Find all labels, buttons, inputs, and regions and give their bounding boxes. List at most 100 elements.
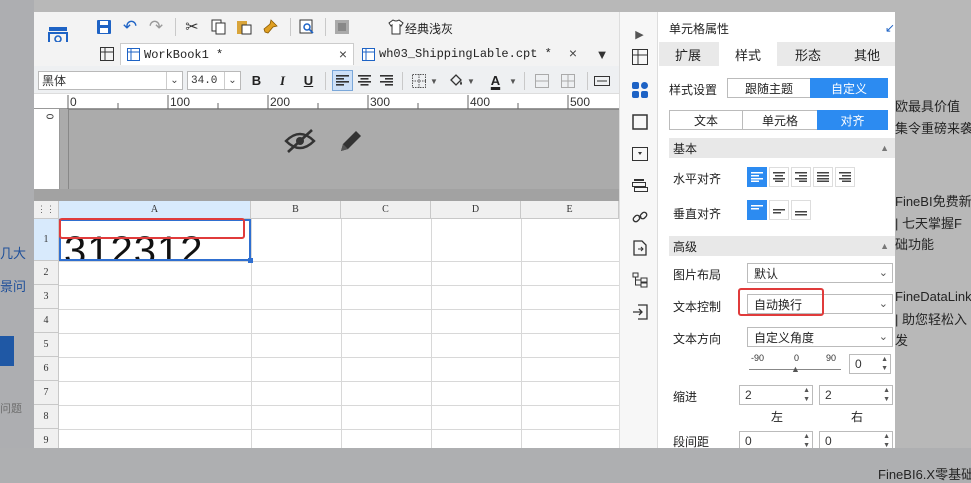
preview-icon[interactable] [297,17,317,37]
close-icon[interactable]: × [569,45,577,61]
row-header[interactable]: 1 [34,219,59,261]
subtab-text[interactable]: 文本 [669,110,743,130]
column-header[interactable]: E [521,201,619,219]
chevron-down-icon: ⌄ [224,72,240,89]
row-header[interactable]: 9 [34,429,59,448]
row-header[interactable]: 3 [34,285,59,309]
undo-icon[interactable]: ↶ [120,17,140,37]
align-center-button[interactable] [354,70,375,91]
select-value: 自定义角度 [754,330,815,345]
h-align-left-button[interactable] [747,167,767,187]
tab-form[interactable]: 形态 [779,42,837,66]
hide-eye-icon[interactable] [283,125,317,157]
row-header[interactable]: 7 [34,381,59,405]
widget-settings-icon[interactable] [620,142,659,166]
fill-handle[interactable] [248,258,253,263]
row-header[interactable]: 2 [34,261,59,285]
select-all-corner[interactable]: ⋮⋮ [34,201,59,219]
subtab-align[interactable]: 对齐 [817,110,888,130]
export-page-icon[interactable] [620,236,659,260]
tab-list-icon[interactable]: ▼ [591,44,613,64]
spinner-value: 2 [825,388,832,402]
edit-pencil-icon[interactable] [334,125,368,157]
border-button[interactable] [408,70,429,91]
underline-button[interactable]: U [298,70,319,91]
bold-button[interactable]: B [246,70,267,91]
basic-section-header[interactable]: 基本 ▲ [669,138,895,158]
row-header[interactable]: 6 [34,357,59,381]
row-header[interactable]: 4 [34,309,59,333]
font-color-button[interactable]: A [485,70,506,91]
hyperlink-icon[interactable] [620,205,659,229]
cell-element-icon[interactable] [620,45,659,69]
spacing-top-spinner[interactable]: 0 ▲ ▼ [739,431,813,448]
text-direction-select[interactable]: 自定义角度 ⌄ [747,327,893,347]
tab-shipping-label[interactable]: wh03_ShippingLable.cpt * × [356,43,583,65]
cell-attributes-icon[interactable] [620,78,659,102]
merge-cells-icon[interactable] [532,71,552,91]
column-header[interactable]: A [59,201,251,219]
close-icon[interactable]: × [339,46,347,62]
v-align-bottom-button[interactable] [791,200,811,220]
toolbar-separator [524,72,525,90]
indent-right-spinner[interactable]: 2 ▲ ▼ [819,385,893,405]
condition-attributes-icon[interactable] [620,174,659,198]
angle-spinner[interactable]: 0 ▲ ▼ [849,354,891,374]
copy-icon[interactable] [208,17,228,37]
format-painter-icon[interactable] [260,17,280,37]
column-header[interactable]: B [251,201,341,219]
spacing-bottom-spinner[interactable]: 0 ▲ ▼ [819,431,893,448]
panel-title: 单元格属性 [669,22,730,36]
font-family-select[interactable]: 黑体 ⌄ [38,71,183,90]
angle-slider-thumb[interactable]: ▲ [791,364,800,374]
theme-label[interactable]: 经典浅灰 [405,20,453,37]
subtab-cell[interactable]: 单元格 [742,110,818,130]
cut-icon[interactable]: ✂ [182,17,202,37]
italic-button[interactable]: I [272,70,293,91]
column-header[interactable]: C [341,201,431,219]
fill-color-button[interactable] [445,70,466,91]
chevron-right-icon[interactable]: ▶ [620,22,659,46]
h-align-distributed-button[interactable] [835,167,855,187]
unmerge-cells-icon[interactable] [558,71,578,91]
tab-other[interactable]: 其他 [839,42,895,66]
chevron-down-icon[interactable]: ▼ [466,72,476,90]
chevron-down-icon[interactable]: ▼ [508,72,518,90]
v-align-top-button[interactable] [747,200,767,220]
save-icon[interactable] [94,17,114,37]
tab-workbook1[interactable]: WorkBook1 * × [120,43,354,65]
tab-expand[interactable]: 扩展 [659,42,717,66]
font-size-select[interactable]: 34.0 ⌄ [187,71,241,90]
collapse-caret-icon: ▲ [880,241,889,251]
column-header[interactable]: D [431,201,521,219]
spinner-value: 0 [825,434,832,448]
advanced-section-header[interactable]: 高级 ▲ [669,236,895,256]
h-align-justify-button[interactable] [813,167,833,187]
tree-structure-icon[interactable] [620,268,659,292]
float-element-icon[interactable] [620,110,659,134]
row-header[interactable]: 5 [34,333,59,357]
collapse-arrow-icon[interactable]: ↙ [885,21,895,35]
grid-icon[interactable] [98,44,116,64]
v-align-middle-button[interactable] [769,200,789,220]
angle-tick-label: -90 [751,353,765,363]
custom-style-button[interactable]: 自定义 [810,78,888,98]
widget-icon[interactable] [592,71,612,91]
image-layout-select[interactable]: 默认 ⌄ [747,263,893,283]
chevron-down-icon[interactable]: ▼ [429,72,439,90]
paste-icon[interactable] [234,17,254,37]
h-align-right-button[interactable] [791,167,811,187]
indent-left-spinner[interactable]: 2 ▲ ▼ [739,385,813,405]
spinner-arrows-icon: ▲ ▼ [883,387,890,403]
row-header[interactable]: 8 [34,405,59,429]
h-align-center-button[interactable] [769,167,789,187]
redo-icon[interactable]: ↷ [146,17,166,37]
design-area-gap [34,189,619,201]
align-right-button[interactable] [376,70,397,91]
align-left-button[interactable] [332,70,353,91]
follow-theme-button[interactable]: 跟随主题 [727,78,811,98]
layout-icon[interactable] [332,17,352,37]
import-icon[interactable] [620,300,659,324]
tab-style[interactable]: 样式 [719,42,777,66]
theme-shirt-icon[interactable] [386,17,406,37]
